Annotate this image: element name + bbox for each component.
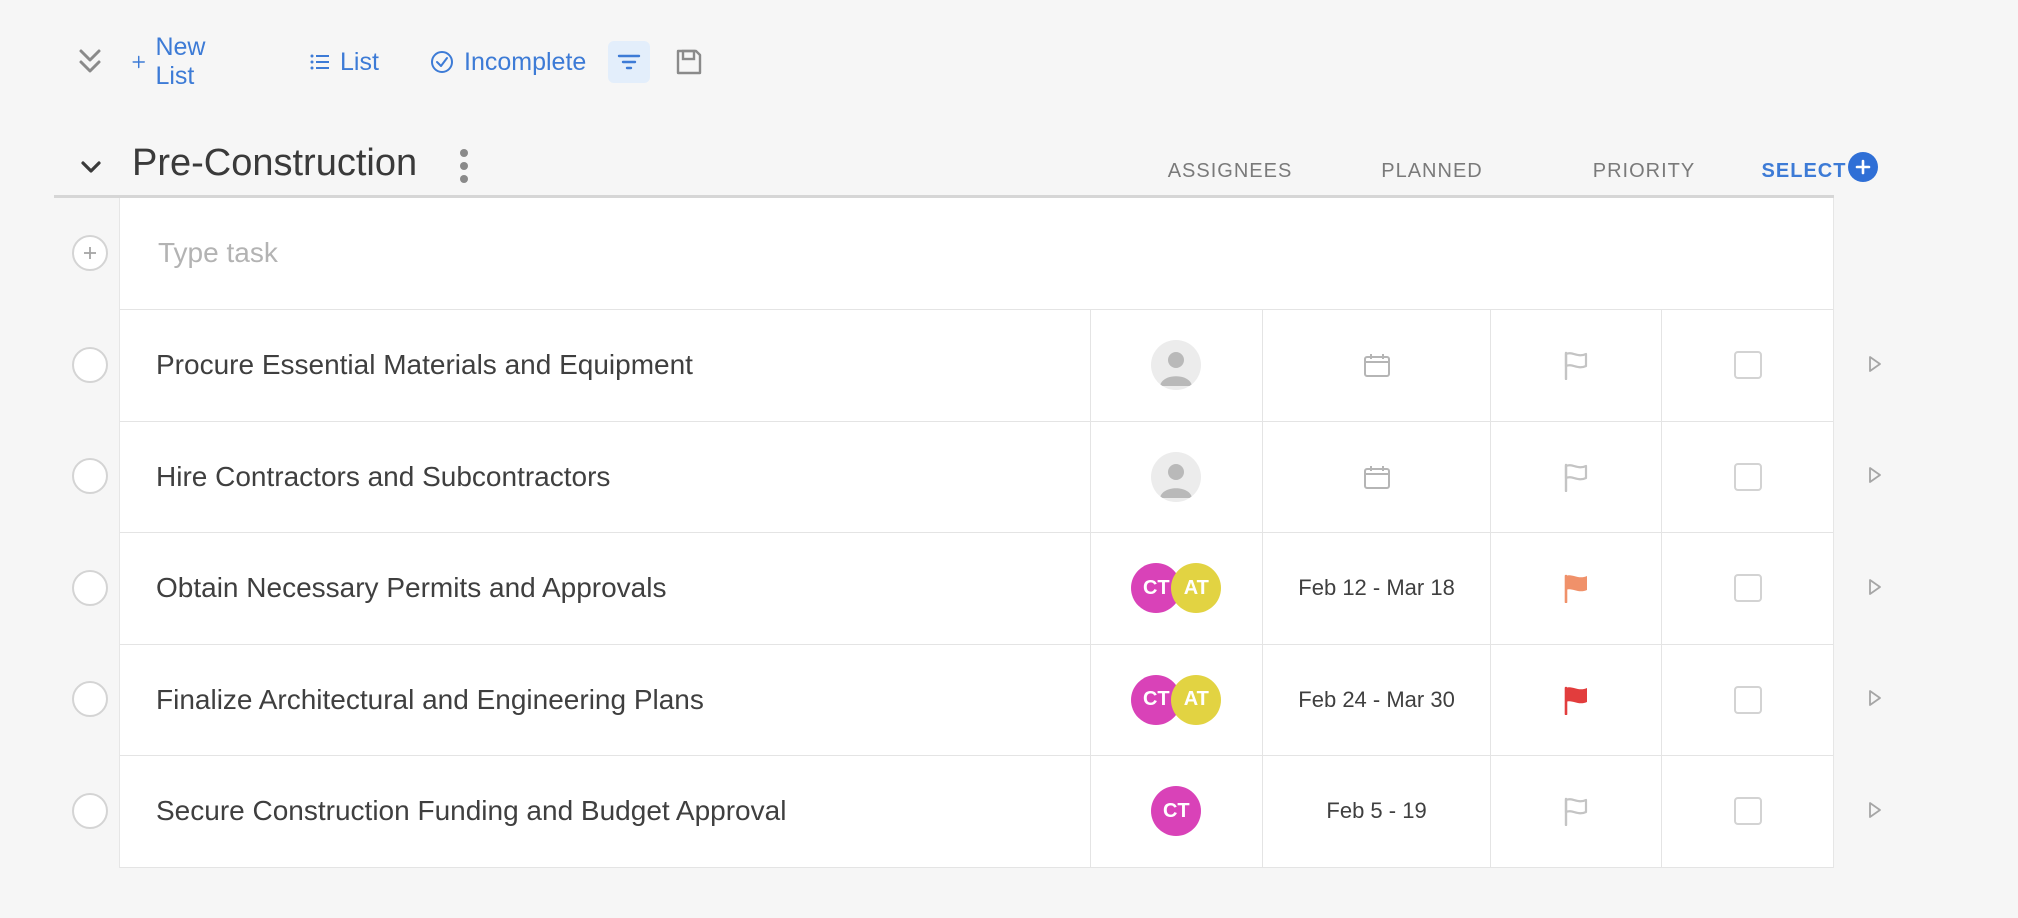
- task-table: Procure Essential Materials and Equipmen…: [119, 198, 1834, 868]
- planned-cell[interactable]: Feb 12 - Mar 18: [1263, 533, 1492, 644]
- planned-cell[interactable]: Feb 5 - 19: [1263, 756, 1492, 867]
- assignees-cell[interactable]: CT AT: [1091, 533, 1263, 644]
- avatar-placeholder[interactable]: [1151, 451, 1202, 502]
- task-expand-button-2[interactable]: [1866, 465, 1884, 485]
- priority-cell[interactable]: [1491, 533, 1663, 644]
- incomplete-filter-button[interactable]: Incomplete: [430, 48, 586, 77]
- task-name[interactable]: Secure Construction Funding and Budget A…: [120, 756, 1091, 867]
- plus-circle-icon: [1855, 159, 1871, 175]
- task-name[interactable]: Finalize Architectural and Engineering P…: [120, 644, 1091, 755]
- task-expand-button-4[interactable]: [1866, 688, 1884, 708]
- filter-button[interactable]: [608, 41, 650, 83]
- assignees-cell[interactable]: [1091, 421, 1263, 532]
- avatar-at[interactable]: AT: [1171, 674, 1222, 725]
- calendar-icon: [1363, 354, 1390, 378]
- new-task-row: [120, 198, 1833, 310]
- select-cell: [1662, 645, 1833, 756]
- play-triangle-icon: [1869, 356, 1881, 372]
- assignees-cell[interactable]: CT: [1091, 756, 1263, 867]
- double-chevron-down-icon: [79, 49, 101, 73]
- task-name[interactable]: Procure Essential Materials and Equipmen…: [120, 310, 1091, 421]
- select-checkbox[interactable]: [1733, 462, 1762, 491]
- collapse-all-button[interactable]: [70, 40, 110, 84]
- play-triangle-icon: [1869, 467, 1881, 483]
- section-menu-button[interactable]: [452, 144, 476, 188]
- section-toggle-button[interactable]: [74, 150, 108, 184]
- play-triangle-icon: [1869, 579, 1881, 595]
- task-expand-button-1[interactable]: [1866, 354, 1884, 374]
- priority-cell[interactable]: [1491, 421, 1663, 532]
- add-task-button[interactable]: [72, 235, 108, 271]
- flag-icon: [1565, 686, 1588, 715]
- calendar-icon: [1363, 465, 1390, 489]
- play-triangle-icon: [1869, 690, 1881, 706]
- planned-cell[interactable]: [1263, 310, 1492, 421]
- select-cell: [1662, 533, 1833, 644]
- table-row[interactable]: Secure Construction Funding and Budget A…: [120, 756, 1833, 868]
- task-expand-button-3[interactable]: [1866, 577, 1884, 597]
- flag-icon: [1565, 574, 1588, 604]
- select-checkbox[interactable]: [1733, 685, 1762, 714]
- table-row[interactable]: Procure Essential Materials and Equipmen…: [120, 310, 1833, 422]
- check-circle-icon: [431, 51, 453, 73]
- task-name[interactable]: Hire Contractors and Subcontractors: [120, 421, 1091, 532]
- table-row[interactable]: Finalize Architectural and Engineering P…: [120, 644, 1833, 756]
- select-cell: [1662, 756, 1833, 867]
- select-checkbox[interactable]: [1733, 351, 1762, 380]
- select-cell: [1662, 422, 1833, 533]
- table-row[interactable]: Obtain Necessary Permits and Approvals C…: [120, 533, 1833, 645]
- planned-cell[interactable]: [1263, 421, 1492, 532]
- priority-cell[interactable]: [1491, 644, 1663, 755]
- task-expand-button-5[interactable]: [1866, 800, 1884, 820]
- task-complete-toggle-2[interactable]: [72, 458, 108, 494]
- play-triangle-icon: [1869, 802, 1881, 818]
- avatar-at[interactable]: AT: [1171, 563, 1222, 614]
- list-icon: [310, 54, 329, 70]
- flag-icon: [1565, 798, 1588, 827]
- assignees-cell[interactable]: [1091, 310, 1263, 421]
- task-complete-toggle-3[interactable]: [72, 570, 108, 606]
- select-checkbox[interactable]: [1733, 797, 1762, 826]
- save-icon: [676, 49, 702, 75]
- priority-cell[interactable]: [1491, 310, 1663, 421]
- flag-icon: [1565, 463, 1588, 492]
- chevron-down-icon: [81, 161, 101, 173]
- assignees-cell[interactable]: CT AT: [1091, 644, 1263, 755]
- user-icon: [1160, 463, 1193, 498]
- more-vertical-icon: [460, 149, 468, 183]
- avatar-ct[interactable]: CT: [1151, 786, 1202, 837]
- incomplete-filter-label: Incomplete: [464, 47, 587, 76]
- task-name[interactable]: Obtain Necessary Permits and Approvals: [120, 533, 1091, 644]
- save-view-button[interactable]: [668, 41, 710, 83]
- column-header-assignees[interactable]: ASSIGNEES: [1119, 160, 1341, 183]
- list-view-button[interactable]: List: [310, 48, 379, 77]
- table-row[interactable]: Hire Contractors and Subcontractors: [120, 421, 1833, 533]
- plus-icon: [132, 55, 145, 69]
- flag-icon: [1565, 352, 1588, 381]
- select-checkbox[interactable]: [1733, 574, 1762, 603]
- column-header-select[interactable]: SELECT: [1663, 160, 1945, 183]
- select-cell: [1662, 310, 1833, 421]
- user-icon: [1160, 352, 1193, 387]
- filter-icon: [617, 54, 641, 70]
- plus-icon: [84, 247, 96, 259]
- task-complete-toggle-5[interactable]: [72, 793, 108, 829]
- add-column-button[interactable]: [1848, 152, 1878, 182]
- new-list-button[interactable]: New List: [132, 33, 214, 91]
- toolbar: New List List Incomplete: [70, 33, 702, 90]
- section-title: Pre-Construction: [132, 142, 418, 184]
- new-list-label: New List: [155, 33, 206, 90]
- priority-cell[interactable]: [1491, 756, 1663, 867]
- list-view-label: List: [340, 47, 379, 76]
- avatar-placeholder[interactable]: [1151, 340, 1202, 391]
- task-complete-toggle-1[interactable]: [72, 347, 108, 383]
- new-task-input[interactable]: [158, 228, 1558, 278]
- planned-cell[interactable]: Feb 24 - Mar 30: [1263, 644, 1492, 755]
- task-complete-toggle-4[interactable]: [72, 681, 108, 717]
- section-header: Pre-Construction ASSIGNEES PLANNED PRIOR…: [54, 136, 1845, 198]
